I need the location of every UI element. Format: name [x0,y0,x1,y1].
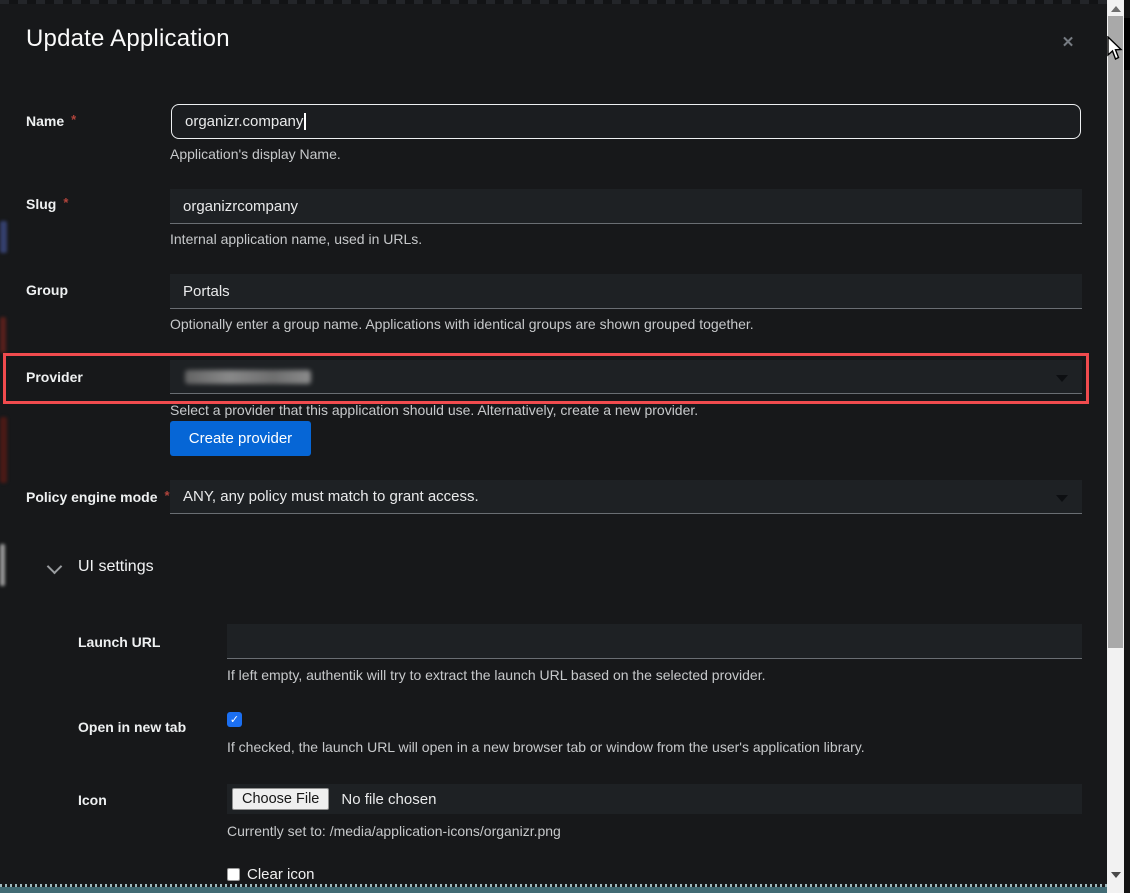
icon-helper: Currently set to: /media/application-ico… [227,823,561,839]
group-input[interactable]: Portals [170,274,1082,309]
bottom-strip [0,887,1130,893]
choose-file-button[interactable]: Choose File [232,788,329,810]
provider-select[interactable] [170,360,1082,394]
required-asterisk: * [71,112,76,127]
ui-settings-toggle[interactable] [44,559,64,577]
launch-url-input[interactable] [227,624,1082,659]
policy-engine-mode-label: Policy engine mode* [26,489,170,507]
group-helper: Optionally enter a group name. Applicati… [170,316,754,332]
scrollbar-up-arrow[interactable] [1111,6,1121,12]
provider-field-label: Provider [26,369,83,385]
group-field-label: Group [26,282,68,298]
check-icon: ✓ [230,713,239,726]
clear-icon-label: Clear icon [247,866,315,883]
name-input[interactable]: organizr.company [171,104,1081,139]
mouse-cursor [1107,36,1125,62]
name-field-label: Name* [26,113,76,131]
create-provider-button[interactable]: Create provider [170,421,311,456]
launch-url-helper: If left empty, authentik will try to ext… [227,667,766,683]
chevron-down-icon [1056,375,1068,382]
redacted-provider-value [185,370,311,384]
modal-title: Update Application [26,25,230,53]
screen-right-edge [1124,0,1130,893]
required-asterisk: * [164,488,169,503]
chevron-down-icon [46,558,62,574]
chevron-down-icon [1056,495,1068,502]
provider-helper: Select a provider that this application … [170,402,698,418]
open-in-new-tab-helper: If checked, the launch URL will open in … [227,739,865,755]
required-asterisk: * [63,195,68,210]
file-status-text: No file chosen [341,791,436,808]
modal-top-edge [0,0,1107,4]
icon-field-label: Icon [78,792,107,808]
open-in-new-tab-checkbox[interactable]: ✓ [227,712,242,727]
background-page-fragment [0,221,7,253]
slug-field-label: Slug* [26,196,68,214]
launch-url-label: Launch URL [78,634,160,650]
text-cursor [304,113,306,130]
slug-input[interactable]: organizrcompany [170,189,1082,224]
background-page-fragment [0,544,5,586]
clear-icon-checkbox[interactable] [227,868,240,881]
background-page-fragment [0,317,6,353]
open-in-new-tab-label: Open in new tab [78,719,186,735]
scrollbar-thumb[interactable] [1108,16,1123,648]
name-helper: Application's display Name. [170,146,341,162]
policy-engine-mode-select[interactable]: ANY, any policy must match to grant acce… [170,480,1082,514]
scrollbar-down-arrow[interactable] [1111,872,1121,878]
background-page-fragment [0,417,7,483]
close-icon[interactable]: ✕ [1056,30,1080,54]
update-application-modal: Update Application ✕ Name* organizr.comp… [0,0,1130,893]
icon-file-input[interactable]: Choose File No file chosen [227,784,1082,814]
ui-settings-section-header[interactable]: UI settings [78,558,154,576]
slug-helper: Internal application name, used in URLs. [170,231,422,247]
